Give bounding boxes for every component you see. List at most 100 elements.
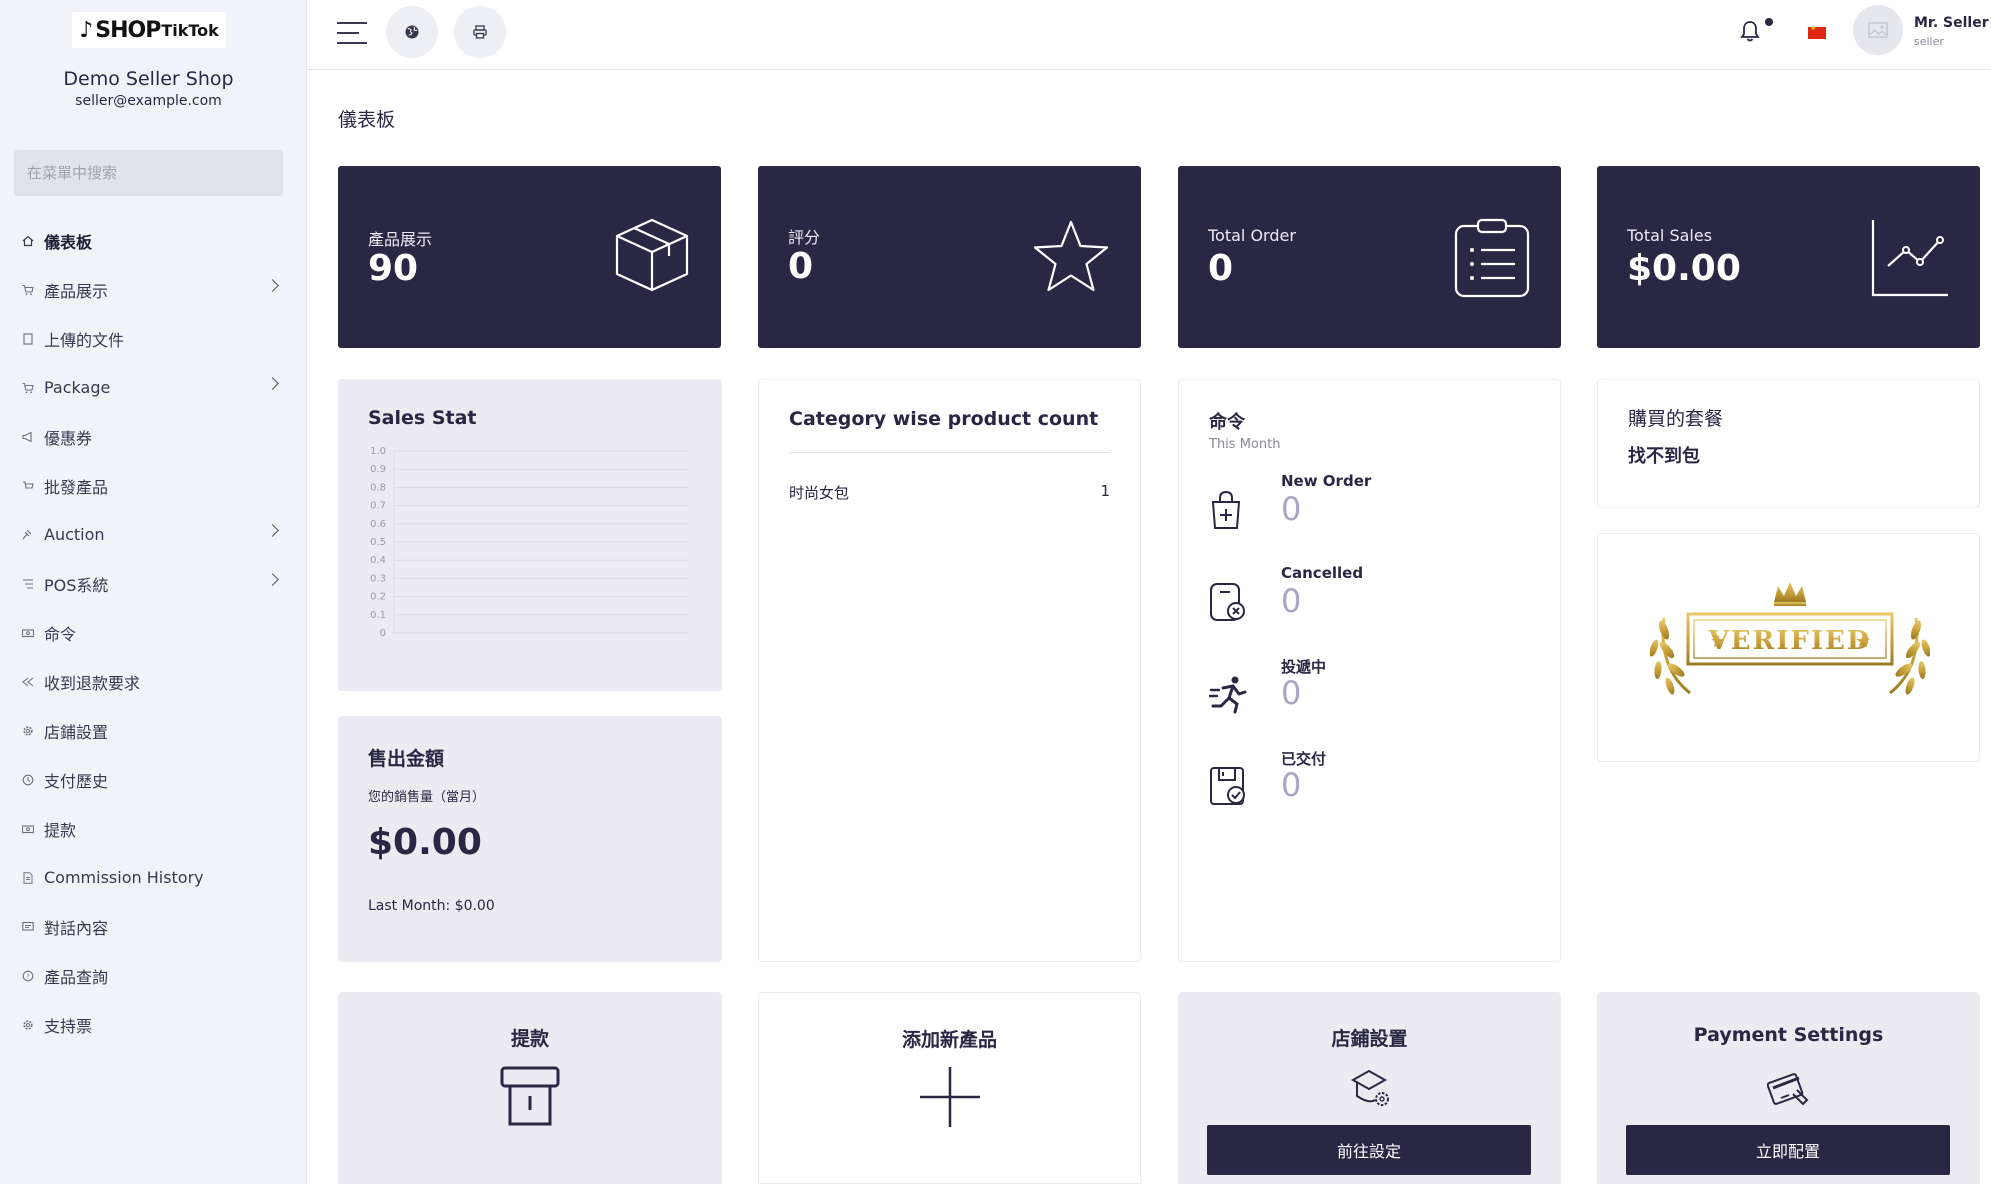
refund-icon xyxy=(22,676,34,688)
sidebar-item-product-queries[interactable]: ? 產品查詢 xyxy=(0,951,297,1000)
sidebar-item-payment-history[interactable]: 支付歷史 xyxy=(0,755,297,804)
purchased-package-card: 購買的套餐 找不到包 xyxy=(1597,379,1980,508)
chart-y-tick-label: 0.1 xyxy=(370,610,386,621)
sidebar-item-wholesale[interactable]: 批發產品 xyxy=(0,461,297,510)
sidebar-item-label: 產品查詢 xyxy=(44,967,109,987)
chevron-right-icon xyxy=(266,524,279,537)
sold-amount-title: 售出金額 xyxy=(368,748,445,770)
sidebar-item-label: 支付歷史 xyxy=(44,771,109,791)
configure-now-button[interactable]: 立即配置 xyxy=(1626,1125,1950,1175)
money-icon xyxy=(22,627,34,639)
star-icon xyxy=(1033,220,1109,292)
stat-value: $0.00 xyxy=(1627,248,1741,289)
chevron-right-icon xyxy=(266,573,279,586)
sidebar-item-label: 命令 xyxy=(44,624,77,644)
sidebar-item-coupons[interactable]: 優惠券 xyxy=(0,412,297,461)
print-button[interactable] xyxy=(454,6,506,58)
sales-stat-card: Sales Stat 1.0 0.9 0.8 0.7 0.6 0.5 0.4 0.3 0.2 0.… xyxy=(338,379,722,691)
order-value: 0 xyxy=(1281,674,1302,712)
topbar: Mr. Seller seller xyxy=(307,0,1991,70)
sidebar-item-package[interactable]: Package xyxy=(0,363,297,412)
notification-bell-icon[interactable] xyxy=(1739,19,1761,43)
add-product-card-title: 添加新產品 xyxy=(901,1029,997,1051)
sidebar-item-label: 支持票 xyxy=(44,1016,93,1036)
stat-label: 產品展示 xyxy=(368,230,433,249)
chart-y-tick-label: 0.7 xyxy=(370,501,386,512)
chart-y-tick-label: 0.5 xyxy=(370,537,386,548)
hamburger-line xyxy=(337,22,367,24)
language-flag-icon[interactable] xyxy=(1808,24,1826,39)
sidebar-item-label: 批發產品 xyxy=(44,477,109,497)
megaphone-icon xyxy=(22,431,34,443)
sidebar-item-shop-settings[interactable]: 店鋪設置 xyxy=(0,706,297,755)
notification-dot xyxy=(1765,18,1773,26)
go-to-settings-button[interactable]: 前往設定 xyxy=(1207,1125,1531,1175)
menu-toggle-icon[interactable] xyxy=(337,22,367,44)
category-title: Category wise product count xyxy=(789,408,1099,430)
orders-subtitle: This Month xyxy=(1209,437,1281,452)
user-role: seller xyxy=(1914,35,1944,48)
sidebar-item-products[interactable]: 產品展示 xyxy=(0,265,297,314)
sidebar-item-conversations[interactable]: 對話內容 xyxy=(0,902,297,951)
order-value: 0 xyxy=(1281,766,1302,804)
payment-settings-card: Payment Settings 立即配置 xyxy=(1597,992,1980,1184)
sidebar-item-refund-requests[interactable]: 收到退款要求 xyxy=(0,657,297,706)
avatar-placeholder-icon xyxy=(1868,22,1888,38)
page-title: 儀表板 xyxy=(338,109,396,131)
order-value: 0 xyxy=(1281,490,1302,528)
sidebar-item-auction[interactable]: Auction xyxy=(0,510,297,559)
delivery-runner-icon xyxy=(1209,676,1247,714)
history-icon xyxy=(22,774,34,786)
package-title: 購買的套餐 xyxy=(1628,408,1724,430)
globe-icon xyxy=(405,25,419,39)
printer-icon xyxy=(473,25,487,39)
globe-button[interactable] xyxy=(386,6,438,58)
sidebar-item-withdraw[interactable]: 提款 xyxy=(0,804,297,853)
hamburger-line xyxy=(337,32,359,34)
sold-amount-subtitle: 您的銷售量（當月） xyxy=(368,790,486,805)
user-name[interactable]: Mr. Seller xyxy=(1914,15,1989,31)
withdraw-card-title: 提款 xyxy=(510,1028,549,1050)
document-icon xyxy=(22,871,34,884)
line-chart-icon xyxy=(1871,220,1948,297)
menu-search-input[interactable] xyxy=(14,150,283,196)
verified-text: VERIFIED xyxy=(1708,626,1872,656)
chart-y-tick-label: 0.6 xyxy=(370,519,386,530)
shop-name: Demo Seller Shop xyxy=(63,68,234,90)
sidebar: ♪ SHOP TikTok Demo Seller Shop seller@ex… xyxy=(0,0,307,1184)
withdraw-icon xyxy=(500,1066,560,1126)
sidebar-item-commission-history[interactable]: Commission History xyxy=(0,853,297,902)
sold-amount-last-month: Last Month: $0.00 xyxy=(368,898,495,914)
stat-card-rating: 評分 0 xyxy=(758,166,1141,348)
category-count: 1 xyxy=(1100,482,1110,500)
new-order-bag-icon xyxy=(1211,490,1241,529)
shop-settings-card-title: 店鋪設置 xyxy=(1331,1028,1408,1050)
payment-card-icon xyxy=(1767,1073,1809,1106)
shop-logo[interactable]: ♪ SHOP TikTok xyxy=(72,12,226,48)
clipboard-icon xyxy=(1454,218,1530,298)
avatar[interactable] xyxy=(1853,5,1903,55)
sidebar-item-label: 上傳的文件 xyxy=(44,330,125,350)
sidebar-item-pos[interactable]: POS系統 xyxy=(0,559,297,608)
add-product-card[interactable]: 添加新產品 xyxy=(758,992,1141,1184)
sidebar-item-label: Package xyxy=(44,378,111,397)
category-name: 时尚女包 xyxy=(789,484,850,502)
orders-title: 命令 xyxy=(1209,412,1245,433)
sidebar-item-label: 產品展示 xyxy=(44,281,109,301)
shop-email: seller@example.com xyxy=(75,93,222,109)
sidebar-item-label: 提款 xyxy=(44,820,77,840)
orders-card: 命令 This Month New Order 0 Cancelled 0 投遞… xyxy=(1178,379,1561,962)
chevron-right-icon xyxy=(266,279,279,292)
withdraw-card[interactable]: 提款 xyxy=(338,992,722,1184)
stat-label: Total Sales xyxy=(1627,226,1713,245)
category-card: Category wise product count 时尚女包 1 xyxy=(758,379,1141,962)
sidebar-item-orders[interactable]: 命令 xyxy=(0,608,297,657)
payment-settings-card-title: Payment Settings xyxy=(1693,1024,1884,1046)
sidebar-item-support-tickets[interactable]: 支持票 xyxy=(0,1000,297,1049)
sidebar-item-dashboard[interactable]: 儀表板 xyxy=(0,216,297,265)
chart-y-tick-label: 1.0 xyxy=(370,446,386,457)
sidebar-item-label: POS系統 xyxy=(44,575,109,595)
home-icon xyxy=(22,235,34,247)
sidebar-nav: 儀表板 產品展示 上傳的文件 Package 優惠券 批發產品 Auction xyxy=(0,216,297,1049)
sidebar-item-uploaded-files[interactable]: 上傳的文件 xyxy=(0,314,297,363)
